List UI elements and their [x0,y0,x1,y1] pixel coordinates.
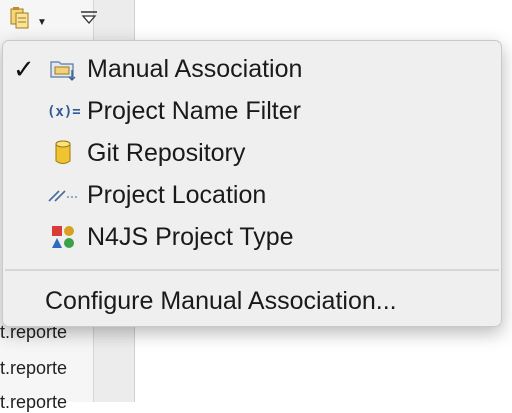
tree-item[interactable]: t.reporte [0,358,67,379]
svg-text:(x)=: (x)= [47,104,80,120]
configure-manual-association-item[interactable]: Configure Manual Association... [3,282,501,320]
location-path-icon [45,181,81,209]
menu-item-label: Manual Association [87,54,303,83]
tree-item[interactable]: t.reporte [0,392,67,413]
menu-item-project-location[interactable]: Project Location [3,176,501,214]
checkmark-icon: ✓ [13,54,35,84]
git-repository-icon [45,139,81,167]
menu-item-label: Git Repository [87,138,246,167]
view-menu-button[interactable] [80,10,98,26]
project-filter-icon [8,5,34,36]
menu-item-git-repository[interactable]: Git Repository [3,134,501,172]
project-type-shapes-icon [45,223,81,251]
menu-item-n4js-project-type[interactable]: N4JS Project Type [3,218,501,256]
menu-item-label: Project Name Filter [87,96,301,125]
menu-separator [5,269,499,271]
chevron-down-icon[interactable]: ▼ [37,17,47,28]
variable-filter-icon: (x)= [45,97,81,125]
menu-item-label: Configure Manual Association... [45,286,397,315]
group-projects-button[interactable]: ▼ [8,6,56,34]
folder-association-icon [45,55,81,83]
view-menu-triangle-icon [81,11,97,24]
menu-item-project-name-filter[interactable]: (x)= Project Name Filter [3,92,501,130]
menu-item-label: Project Location [87,180,267,209]
group-by-menu: ✓ Manual Association (x)= Project Name F… [2,40,502,327]
menu-item-label: N4JS Project Type [87,222,294,251]
menu-item-manual-association[interactable]: ✓ Manual Association [3,50,501,88]
